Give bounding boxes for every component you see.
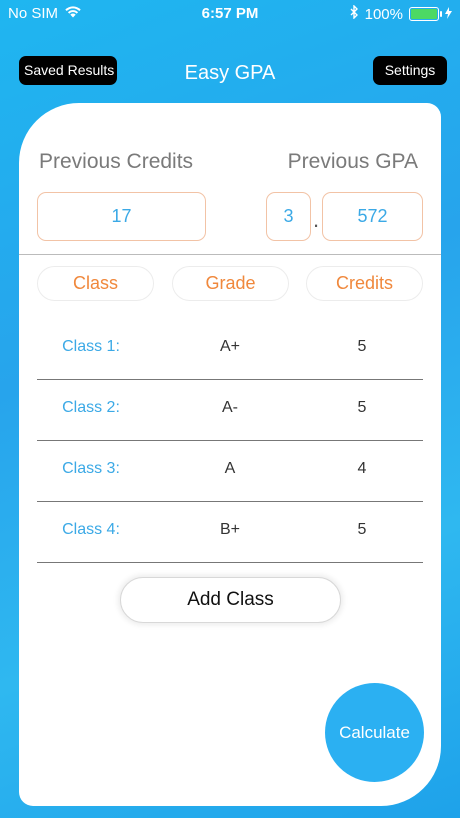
class-credits[interactable]: 5 (307, 521, 417, 539)
battery-fill (411, 9, 437, 19)
decimal-point: . (313, 207, 320, 232)
class-grade[interactable]: A+ (174, 338, 286, 356)
class-name: Class 4: (62, 521, 120, 538)
bluetooth-icon (350, 4, 359, 23)
class-credits[interactable]: 5 (307, 338, 417, 356)
previous-gpa-decimal-input[interactable]: 572 (322, 192, 423, 241)
class-credits[interactable]: 5 (307, 399, 417, 417)
class-credits[interactable]: 4 (307, 460, 417, 478)
class-grade[interactable]: A (174, 460, 286, 478)
class-row[interactable]: Class 2: A- 5 (37, 380, 423, 441)
previous-gpa-label: Previous GPA (287, 150, 418, 173)
settings-button[interactable]: Settings (373, 56, 447, 85)
battery-icon (409, 7, 442, 21)
class-name: Class 1: (62, 338, 120, 355)
gpa-card: Previous Credits Previous GPA 17 3 . 572… (19, 103, 441, 806)
status-right: 100% (350, 4, 452, 23)
class-grade[interactable]: B+ (174, 521, 286, 539)
column-header-grade: Grade (172, 266, 289, 301)
status-bar: No SIM 6:57 PM 100% (0, 0, 460, 28)
column-header-class: Class (37, 266, 154, 301)
add-class-button[interactable]: Add Class (120, 577, 341, 623)
previous-gpa-integer-input[interactable]: 3 (266, 192, 311, 241)
column-header-credits: Credits (306, 266, 423, 301)
class-name: Class 3: (62, 460, 120, 477)
previous-credits-label: Previous Credits (39, 150, 194, 173)
charging-icon (445, 6, 452, 23)
class-row[interactable]: Class 1: A+ 5 (37, 319, 423, 380)
calculate-button[interactable]: Calculate (325, 683, 424, 782)
class-grade[interactable]: A- (174, 399, 286, 417)
battery-percent: 100% (364, 5, 403, 23)
class-row[interactable]: Class 3: A 4 (37, 441, 423, 502)
divider (19, 254, 441, 255)
previous-credits-input[interactable]: 17 (37, 192, 206, 241)
class-row[interactable]: Class 4: B+ 5 (37, 502, 423, 563)
class-name: Class 2: (62, 399, 120, 416)
